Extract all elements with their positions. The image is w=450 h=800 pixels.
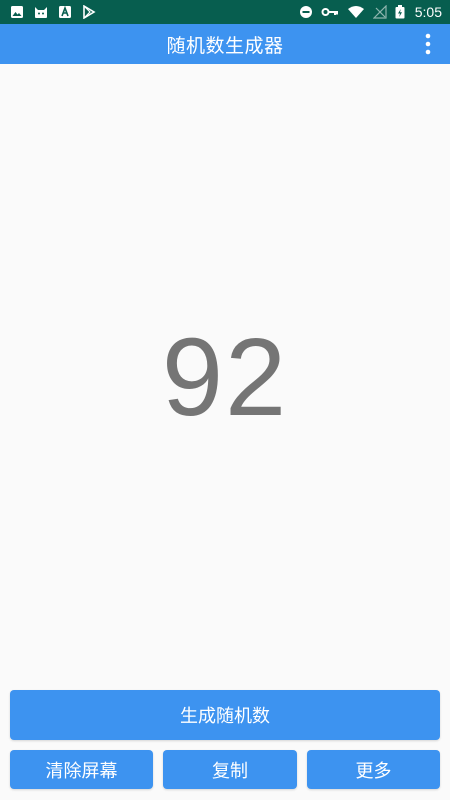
wifi-icon [347,6,364,18]
image-icon [11,6,23,18]
status-bar: 5:05 [0,0,450,24]
number-display-area: 92 [0,64,450,680]
play-store-icon [83,5,96,19]
status-right-icons: 5:05 [299,4,442,20]
vpn-key-icon [321,8,338,16]
no-signal-icon [372,5,387,19]
font-a-icon [59,5,71,18]
clear-screen-button[interactable]: 清除屏幕 [10,750,153,789]
android-cat-icon [35,7,47,18]
dnd-icon [299,6,312,18]
random-number-display: 92 [161,315,289,439]
battery-icon [395,5,405,19]
status-time: 5:05 [414,4,442,20]
more-vert-icon[interactable] [425,33,431,55]
status-left-icons [10,5,96,19]
generate-random-button[interactable]: 生成随机数 [10,690,440,740]
copy-button[interactable]: 复制 [163,750,297,789]
app-title: 随机数生成器 [166,34,284,57]
more-button[interactable]: 更多 [307,750,440,789]
app-bar: 随机数生成器 [0,24,450,64]
more-options-button[interactable] [414,24,442,64]
